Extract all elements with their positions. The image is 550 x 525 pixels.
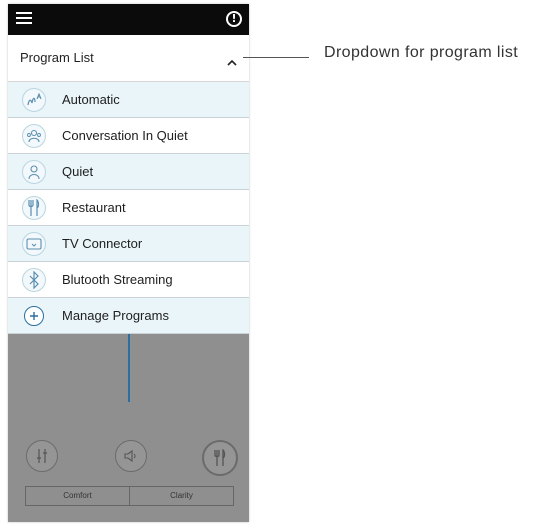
conversation-icon xyxy=(22,123,46,148)
program-label: Manage Programs xyxy=(62,308,169,323)
quiet-icon xyxy=(22,159,46,184)
program-item-bluetooth-streaming[interactable]: Blutooth Streaming xyxy=(8,262,249,298)
program-label: Quiet xyxy=(62,164,94,179)
speaker-button[interactable] xyxy=(115,440,147,472)
program-item-tv-connector[interactable]: TV Connector xyxy=(8,226,249,262)
info-icon[interactable]: ! xyxy=(226,11,242,27)
comfort-clarity-toggle[interactable]: Comfort Clarity xyxy=(25,486,234,506)
equalizer-icon xyxy=(37,449,47,463)
callout-label: Dropdown for program list xyxy=(324,44,519,61)
program-list-dropdown[interactable]: Program List xyxy=(8,35,249,82)
volume-slider-line xyxy=(128,334,130,402)
equalizer-button[interactable] xyxy=(26,440,58,472)
phone-screen: ! Program List Automatic Conversation In… xyxy=(8,4,249,522)
program-item-automatic[interactable]: Automatic xyxy=(8,82,249,118)
program-item-restaurant[interactable]: Restaurant xyxy=(8,190,249,226)
program-list: Automatic Conversation In Quiet Quiet Re… xyxy=(8,82,249,334)
bluetooth-icon xyxy=(22,267,46,292)
hamburger-menu-icon[interactable] xyxy=(16,12,32,26)
program-label: TV Connector xyxy=(62,236,143,251)
callout-line xyxy=(243,57,309,58)
program-item-quiet[interactable]: Quiet xyxy=(8,154,249,190)
restaurant-icon xyxy=(22,195,46,220)
dimmed-background: Comfort Clarity xyxy=(8,334,249,522)
program-label: Automatic xyxy=(62,92,120,107)
program-item-conversation-in-quiet[interactable]: Conversation In Quiet xyxy=(8,118,249,154)
segment-clarity[interactable]: Clarity xyxy=(129,487,233,505)
program-label: Blutooth Streaming xyxy=(62,272,173,287)
speaker-icon xyxy=(124,449,136,463)
tv-connector-icon xyxy=(22,231,46,256)
program-label: Conversation In Quiet xyxy=(62,128,188,143)
chevron-up-icon[interactable] xyxy=(227,53,237,71)
dropdown-title: Program List xyxy=(20,50,94,65)
program-label: Restaurant xyxy=(62,200,126,215)
program-item-manage-programs[interactable]: Manage Programs xyxy=(8,298,249,334)
automatic-icon xyxy=(22,87,46,112)
plus-circle-icon xyxy=(24,305,44,326)
segment-comfort[interactable]: Comfort xyxy=(26,487,129,505)
top-bar: ! xyxy=(8,4,249,35)
program-button[interactable] xyxy=(202,440,238,476)
restaurant-icon xyxy=(214,449,226,466)
